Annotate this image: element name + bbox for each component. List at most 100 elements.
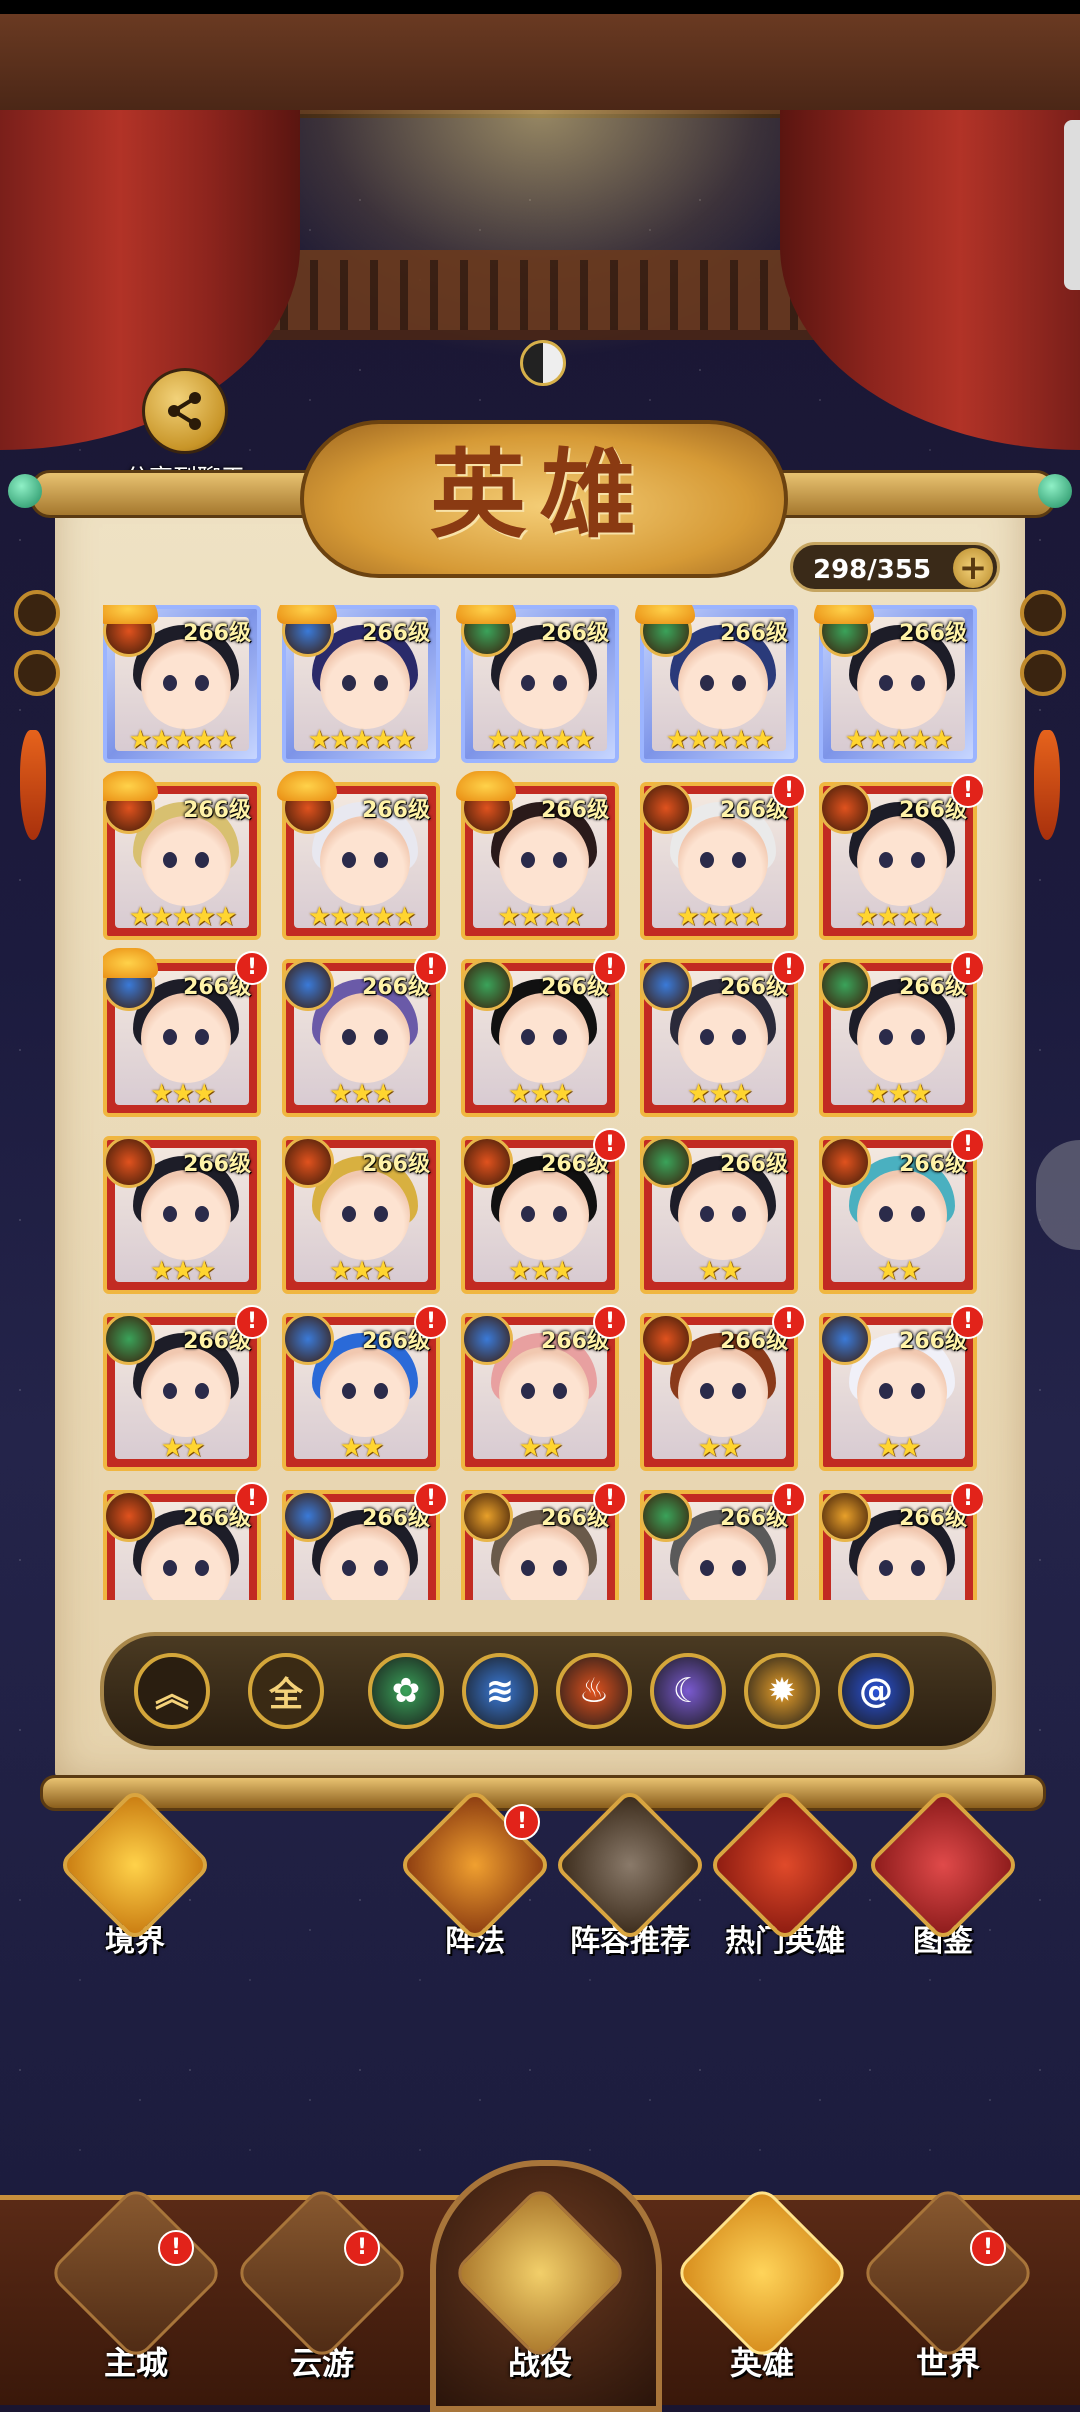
hero-level: 266级 (720, 621, 788, 646)
hero-card[interactable]: 266级 ★★! (282, 1305, 448, 1471)
hero-eye (342, 675, 356, 691)
filter-all-button[interactable]: 全 (248, 1653, 324, 1729)
hero-card[interactable]: 266级! (103, 1482, 269, 1600)
filter-moon-button[interactable]: ☾ (650, 1653, 726, 1729)
filter-wood-button[interactable]: ✿ (368, 1653, 444, 1729)
hero-stars: ★★ (518, 1433, 564, 1463)
hero-card[interactable]: 266级 ★★★! (640, 951, 806, 1117)
page-title: 英雄 (430, 438, 650, 551)
popular-heroes-button[interactable]: 热门英雄 (707, 1787, 863, 1960)
add-hero-slot-button[interactable]: + (953, 548, 993, 588)
hero-stars: ★★★★★ (307, 725, 417, 755)
wood-element-icon (103, 1313, 155, 1365)
stage-railing (220, 250, 860, 340)
hero-level: 266级 (720, 1152, 788, 1177)
hero-eye (521, 1029, 535, 1045)
nav-world[interactable]: ! 世界 (858, 2183, 1038, 2384)
filter-light-button[interactable]: ✹ (744, 1653, 820, 1729)
hero-eye (163, 1029, 177, 1045)
hero-alert-badge: ! (772, 774, 806, 808)
nav-travel[interactable]: ! 云游 (232, 2183, 412, 2384)
hero-card[interactable]: 266级 ★★★★★ (103, 605, 261, 763)
nav-heroes[interactable]: 英雄 (672, 2183, 852, 2384)
hero-eye (195, 852, 209, 868)
nav-main-city[interactable]: ! 主城 (46, 2183, 226, 2384)
fire-element-icon (103, 605, 158, 657)
hero-eye (700, 1383, 714, 1399)
formation-alert-badge: ! (504, 1804, 540, 1840)
hero-card[interactable]: 266级 ★★★! (819, 951, 983, 1117)
hero-card[interactable]: 266级 ★★★★ (456, 771, 619, 940)
lineup-recommend-button[interactable]: 阵容推荐 (552, 1787, 708, 1960)
hero-card[interactable]: 266级! (282, 1482, 448, 1600)
hero-card[interactable]: 266级 ★★★! (461, 951, 627, 1117)
hero-card[interactable]: 266级 ★★! (640, 1305, 806, 1471)
hero-alert-badge: ! (235, 1305, 269, 1339)
nav-campaign[interactable]: 战役 (450, 2183, 630, 2384)
hero-alert-badge: ! (951, 951, 983, 985)
element-filter-bar: ︽ 全 ✿ ≋ ♨ ☾ ✹ @ (100, 1632, 996, 1750)
hero-card[interactable]: 266级 ★★★! (461, 1128, 627, 1294)
hero-card[interactable]: 266级 ★★! (819, 1305, 983, 1471)
hero-stars: ★★ (339, 1433, 385, 1463)
wood-element-icon (814, 605, 874, 657)
wood-element-icon (461, 959, 513, 1011)
hero-card[interactable]: 266级 ★★! (461, 1305, 627, 1471)
hero-card[interactable]: 266级 ★★★! (282, 951, 448, 1117)
hero-card[interactable]: 266级 ★★ (640, 1136, 798, 1294)
hero-stars: ★★★ (508, 1079, 574, 1109)
hero-card[interactable]: 266级 ★★★★★ (635, 605, 798, 763)
hero-stars: ★★ (697, 1256, 743, 1286)
water-element-icon (461, 1313, 513, 1365)
hero-eye (879, 852, 893, 868)
hero-alert-badge: ! (772, 951, 806, 985)
hero-card[interactable]: 266级 ★★★ (103, 1136, 261, 1294)
coin-ornament (1020, 650, 1066, 696)
hero-card[interactable]: 266级! (819, 1482, 983, 1600)
collapse-filter-button[interactable]: ︽ (134, 1653, 210, 1729)
hero-card[interactable]: 266级 ★★★★★ (277, 605, 440, 763)
fire-element-icon (819, 782, 871, 834)
hero-alert-badge: ! (593, 1128, 627, 1162)
hero-alert-badge: ! (235, 1482, 269, 1516)
light-element-icon (461, 1490, 513, 1542)
hero-face (499, 993, 589, 1083)
hero-eye (342, 1206, 356, 1222)
filter-all-label: 全 (269, 1674, 303, 1715)
hero-face (857, 1170, 947, 1260)
filter-fire-button[interactable]: ♨ (556, 1653, 632, 1729)
hero-card[interactable]: 266级 ★★★★★ (103, 771, 261, 940)
hero-face (499, 639, 589, 729)
hero-card[interactable]: 266级 ★★! (819, 1128, 983, 1294)
hero-face (141, 816, 231, 906)
world-alert-badge: ! (970, 2230, 1006, 2266)
formation-button[interactable]: ! 阵法 (397, 1787, 553, 1960)
hero-eye (732, 1383, 746, 1399)
hero-card[interactable]: 266级 ★★★! (103, 948, 269, 1117)
hero-card[interactable]: 266级! (461, 1482, 627, 1600)
hero-card[interactable]: 266级 ★★★ (282, 1136, 440, 1294)
mountain-icon (858, 2183, 1038, 2363)
filter-dark-button[interactable]: @ (838, 1653, 914, 1729)
codex-button[interactable]: 图鉴 (865, 1787, 1021, 1960)
hero-stars: ★★★ (150, 1256, 216, 1286)
hero-alert-badge: ! (593, 1305, 627, 1339)
hero-face (320, 816, 410, 906)
hero-level: 266级 (362, 798, 430, 823)
yin-yang-ornament (520, 340, 566, 386)
hero-eye (879, 1206, 893, 1222)
hero-card[interactable]: 266级 ★★★★! (819, 774, 983, 940)
coin-ornament (14, 650, 60, 696)
hero-card[interactable]: 266级 ★★! (103, 1305, 269, 1471)
hero-card[interactable]: 266级 ★★★★★ (814, 605, 977, 763)
realm-button[interactable]: 境界 (57, 1787, 213, 1960)
side-panel-tab[interactable] (1064, 120, 1080, 290)
hero-card[interactable]: 266级 ★★★★★ (277, 771, 440, 940)
hero-card[interactable]: 266级! (640, 1482, 806, 1600)
hero-face (857, 993, 947, 1083)
hero-card[interactable]: 266级 ★★★★★ (456, 605, 619, 763)
water-element-icon (640, 959, 692, 1011)
hero-alert-badge: ! (951, 1482, 983, 1516)
filter-water-button[interactable]: ≋ (462, 1653, 538, 1729)
hero-card[interactable]: 266级 ★★★★! (640, 774, 806, 940)
